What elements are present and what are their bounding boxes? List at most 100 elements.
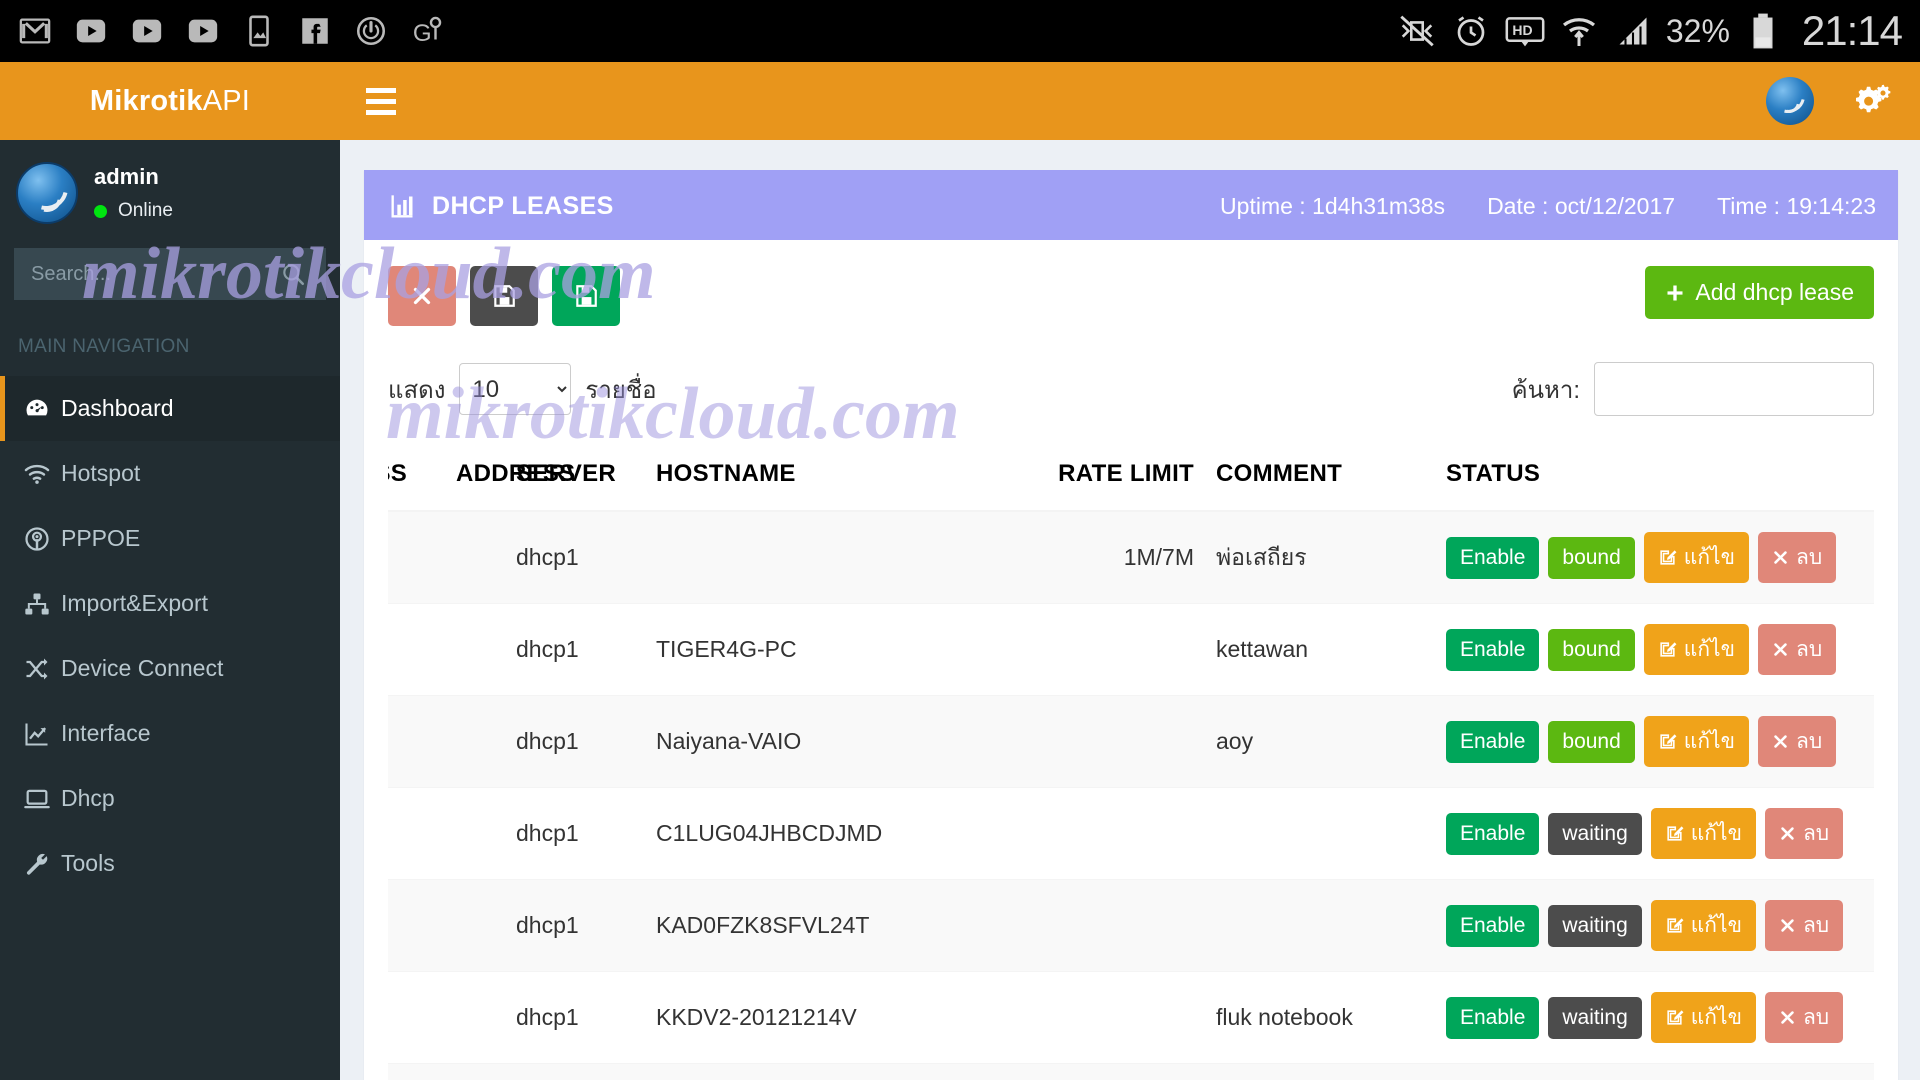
enable-button[interactable]: Enable	[1446, 812, 1540, 855]
status-badge[interactable]: waiting	[1548, 812, 1642, 855]
table-row: .B dhcp1TIGER4G-PC kettawanEnableboundแก้ไ…	[388, 603, 1874, 696]
time-text: Time : 19:14:23	[1717, 193, 1876, 219]
status-badge[interactable]: waiting	[1548, 904, 1642, 947]
sidebar-item-label: Interface	[61, 720, 151, 746]
table-controls: แสดง 102550100 รายชื่อ ค้นหา:	[388, 362, 1874, 416]
table-scroll-container[interactable]: MAC ADDRESS ADDRESS SERVER HOSTNAME RATE…	[388, 442, 1874, 1080]
col-mac-address[interactable]: MAC ADDRESS	[388, 442, 448, 512]
search-icon[interactable]	[280, 250, 324, 298]
battery-icon	[1742, 10, 1784, 52]
cell-mac-address: 03	[388, 971, 448, 1064]
gears-icon[interactable]	[1856, 83, 1892, 119]
edit-button[interactable]: แก้ไข	[1650, 900, 1756, 951]
status-bar-app-icons: G	[14, 10, 448, 52]
row-actions: Enable waiting แก้ไข ลบ	[1446, 992, 1874, 1043]
col-rate-limit[interactable]: RATE LIMIT	[1048, 442, 1208, 512]
cell-mac-address: .B	[388, 603, 448, 696]
app-root: MikrotikAPI admin Online MAIN NAVIGATION	[0, 62, 1920, 1080]
content-column: DHCP LEASES Uptime : 1d4h31m38s Date : o…	[340, 62, 1920, 1080]
times-icon	[1772, 641, 1789, 658]
uptime-text: Uptime : 1d4h31m38s	[1220, 193, 1446, 219]
enable-button[interactable]: Enable	[1446, 720, 1540, 763]
edit-button[interactable]: แก้ไข	[1650, 992, 1756, 1043]
enable-button[interactable]: Enable	[1446, 536, 1540, 579]
toolbar: Add dhcp lease	[388, 266, 1874, 326]
cell-comment: aoy	[1208, 695, 1438, 788]
youtube-icon	[70, 10, 112, 52]
pencil-square-icon	[1665, 916, 1684, 935]
cell-comment: kettawan	[1208, 603, 1438, 696]
edit-button[interactable]: แก้ไข	[1643, 716, 1749, 767]
table-row: 32 dhcp1Naiyana-VAIO aoyEnableboundแก้ไขลบ	[388, 695, 1874, 788]
col-server[interactable]: SERVER	[508, 442, 648, 512]
sidebar-item-device-connect[interactable]: Device Connect	[0, 636, 340, 701]
sidebar-item-import-export[interactable]: Import&Export	[0, 571, 340, 636]
edit-button[interactable]: แก้ไข	[1650, 808, 1756, 859]
delete-button[interactable]: ลบ	[1757, 624, 1837, 675]
status-badge[interactable]: bound	[1548, 720, 1635, 763]
svg-text:HD: HD	[1512, 22, 1532, 38]
sidebar-item-label: Device Connect	[61, 655, 224, 681]
remove-button[interactable]	[388, 266, 456, 326]
pencil-square-icon	[1658, 548, 1677, 567]
save-gray-button[interactable]	[470, 266, 538, 326]
youtube-icon	[126, 10, 168, 52]
cell-rate-limit	[1048, 971, 1208, 1064]
edit-button[interactable]: แก้ไข	[1643, 624, 1749, 675]
delete-button[interactable]: ลบ	[1757, 532, 1837, 583]
enable-button[interactable]: Enable	[1446, 628, 1540, 671]
table-row: 35 dhcp1KAD0FZK8SFVL24T Enablewaitingแก้ไข…	[388, 879, 1874, 972]
table-length-select[interactable]: 102550100	[459, 363, 572, 415]
table-filter-input[interactable]	[1594, 362, 1874, 416]
cell-comment: fluk notebook	[1208, 971, 1438, 1064]
delete-button[interactable]: ลบ	[1764, 900, 1844, 951]
save-green-button[interactable]	[552, 266, 620, 326]
delete-button[interactable]: ลบ	[1757, 716, 1837, 767]
cell-status: Enable waiting แก้ไข ลบ	[1438, 879, 1874, 972]
sidebar-item-interface[interactable]: Interface	[0, 701, 340, 766]
gallery-icon	[238, 10, 280, 52]
edit-button[interactable]: แก้ไข	[1643, 532, 1749, 583]
row-actions: Enable bound แก้ไข ลบ	[1446, 716, 1874, 767]
cell-server: dhcp1	[508, 1063, 648, 1080]
delete-button[interactable]: ลบ	[1764, 808, 1844, 859]
sidebar-item-label: PPPOE	[61, 525, 141, 551]
sidebar-item-dhcp[interactable]: Dhcp	[0, 766, 340, 831]
sidebar-item-dashboard[interactable]: Dashboard	[0, 376, 340, 441]
sidebar-logo[interactable]: Mikrotik API	[0, 62, 340, 140]
user-avatar-icon[interactable]	[1766, 77, 1814, 125]
col-hostname[interactable]: HOSTNAME	[648, 442, 1048, 512]
enable-button[interactable]: Enable	[1446, 904, 1540, 947]
sidebar-item-tools[interactable]: Tools	[0, 831, 340, 896]
delete-button[interactable]: ลบ	[1764, 992, 1844, 1043]
nav-header: MAIN NAVIGATION	[18, 336, 190, 357]
times-icon	[1772, 549, 1789, 566]
cell-comment	[1208, 787, 1438, 880]
cell-mac-address: 2	[388, 510, 448, 604]
enable-button[interactable]: Enable	[1446, 996, 1540, 1039]
cell-address	[448, 510, 508, 604]
sidebar-item-pppoe[interactable]: PPPOE	[0, 506, 340, 571]
content-area: DHCP LEASES Uptime : 1d4h31m38s Date : o…	[340, 140, 1920, 1080]
user-status-label: Online	[118, 200, 173, 221]
status-badge[interactable]: bound	[1548, 536, 1635, 579]
status-bar-system-icons: HD 32% 21:14	[1396, 7, 1903, 55]
dhcp-leases-box: DHCP LEASES Uptime : 1d4h31m38s Date : o…	[364, 170, 1898, 1080]
status-badge[interactable]: bound	[1548, 628, 1635, 671]
wrench-icon	[23, 850, 61, 878]
col-status[interactable]: STATUS	[1438, 442, 1874, 512]
hamburger-icon[interactable]	[366, 82, 408, 121]
table-row: 03 dhcp1KKDV2-20121214V fluk notebookEnabl…	[388, 971, 1874, 1064]
cell-comment	[1208, 1063, 1438, 1080]
col-comment[interactable]: COMMENT	[1208, 442, 1438, 512]
cell-address	[448, 879, 508, 972]
sitemap-icon	[23, 590, 61, 618]
cell-status: Enableboundแก้ไขลบ	[1438, 603, 1874, 696]
status-badge[interactable]: waiting	[1548, 996, 1642, 1039]
add-dhcp-lease-button[interactable]: Add dhcp lease	[1645, 266, 1874, 319]
col-address[interactable]: ADDRESS	[448, 442, 575, 512]
signal-icon	[1612, 10, 1654, 52]
pencil-square-icon	[1665, 824, 1684, 843]
box-meta: Uptime : 1d4h31m38s Date : oct/12/2017 T…	[1220, 193, 1876, 220]
sidebar-item-hotspot[interactable]: Hotspot	[0, 441, 340, 506]
